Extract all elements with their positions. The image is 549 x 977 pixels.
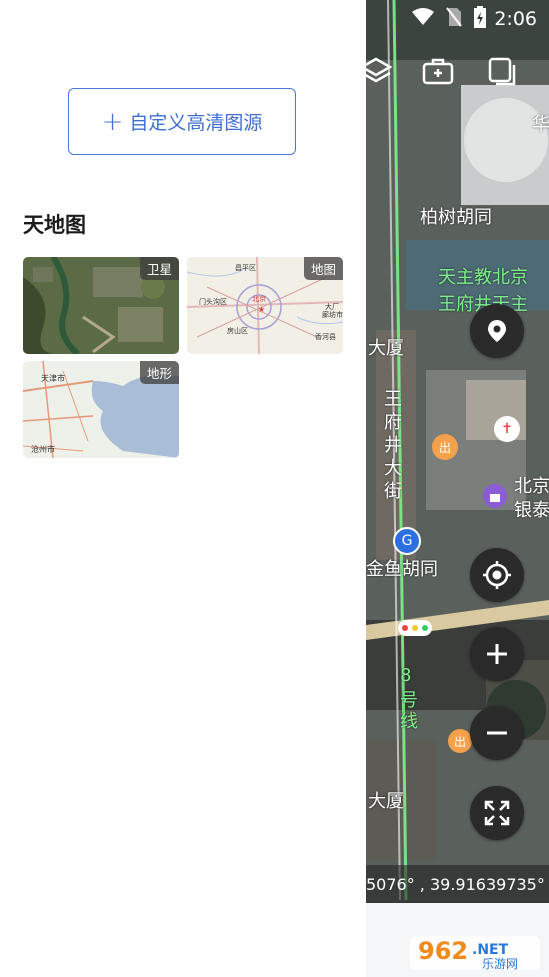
tile-map[interactable]: 昌平区 北京 ★ 门头沟区 大厂 房山区 香河县 廊坊市 地图	[187, 257, 343, 354]
map-label: 大厂	[325, 302, 339, 311]
watermark-logo: 962 .NET 乐游网	[410, 928, 545, 972]
no-sim-icon	[446, 6, 463, 32]
poi-marker-icon[interactable]: ✝	[494, 416, 520, 442]
plus-icon: +	[101, 106, 124, 137]
map-label: 大厦	[368, 791, 404, 812]
toolbox-icon[interactable]	[422, 55, 454, 87]
layer-drawer: + 自定义高清图源 天地图 卫星 昌平区 北京 ★ 门头沟区 大厂 房山区 香河…	[0, 0, 366, 977]
tile-satellite[interactable]: 卫星	[23, 257, 179, 354]
layers-icon[interactable]	[366, 55, 393, 87]
map-label: 昌平区	[235, 264, 256, 272]
status-time: 2:06	[494, 8, 537, 30]
traffic-light-icon	[398, 620, 432, 636]
svg-text:.NET: .NET	[472, 942, 509, 958]
map-label: 金鱼胡同	[366, 559, 438, 580]
map-label: 香河县	[315, 332, 336, 341]
coordinate-text: 5076° , 39.91639735°	[366, 874, 545, 894]
capital-star-icon: ★	[258, 305, 265, 314]
map-label: 华	[532, 114, 549, 135]
coordinate-readout: 5076° , 39.91639735°	[366, 865, 549, 903]
wifi-icon	[412, 7, 435, 31]
terrain-label: 沧州市	[31, 444, 55, 454]
poi-marker-icon[interactable]: 出	[448, 729, 472, 753]
map-label: 银泰	[514, 500, 549, 521]
tile-terrain[interactable]: 天津市 沧州市 地形	[23, 361, 179, 458]
map-label: 线	[400, 711, 418, 732]
map-label: 门头沟区	[199, 297, 227, 306]
poi-marker-icon[interactable]: 出	[432, 434, 458, 460]
pin-icon	[488, 320, 506, 342]
section-title: 天地图	[23, 213, 86, 237]
fullscreen-button[interactable]	[470, 786, 524, 840]
map-label: 北京	[252, 294, 266, 303]
terrain-label: 天津市	[41, 373, 65, 383]
poi-pin-button[interactable]	[470, 304, 524, 358]
zoom-out-button[interactable]	[470, 706, 524, 760]
crosshair-icon	[483, 561, 511, 589]
battery-icon	[474, 5, 487, 33]
map-label: 8	[400, 665, 412, 686]
zoom-in-button[interactable]	[470, 627, 524, 681]
map-label: 大厦	[368, 338, 404, 359]
subway-station-icon[interactable]: G	[393, 527, 421, 555]
custom-hd-source-label: 自定义高清图源	[129, 112, 263, 134]
svg-text:乐游网: 乐游网	[482, 957, 518, 971]
shopping-bag-icon[interactable]	[483, 484, 507, 508]
map-label: 房山区	[227, 326, 248, 335]
plus-icon	[487, 644, 507, 664]
map-label: 廊坊市	[322, 310, 343, 319]
minus-icon	[487, 731, 507, 735]
map-label: 天主教北京	[438, 267, 528, 288]
tile-badge: 卫星	[139, 257, 179, 280]
locate-button[interactable]	[470, 548, 524, 602]
map-label: 街	[384, 481, 402, 502]
satellite-map[interactable]: 2:06 柏树胡同 天主教北京 王府井天主 大厦 王 府 井 大 街 北京 银泰…	[366, 0, 549, 903]
copy-icon[interactable]	[486, 55, 518, 87]
map-label: 柏树胡同	[420, 207, 492, 228]
expand-icon	[484, 800, 510, 826]
status-bar: 2:06	[366, 0, 549, 38]
tile-badge: 地图	[303, 257, 343, 280]
svg-text:962: 962	[418, 937, 468, 965]
custom-hd-source-button[interactable]: + 自定义高清图源	[68, 88, 296, 155]
map-label: 北京	[514, 476, 549, 497]
tile-badge: 地形	[139, 361, 179, 384]
